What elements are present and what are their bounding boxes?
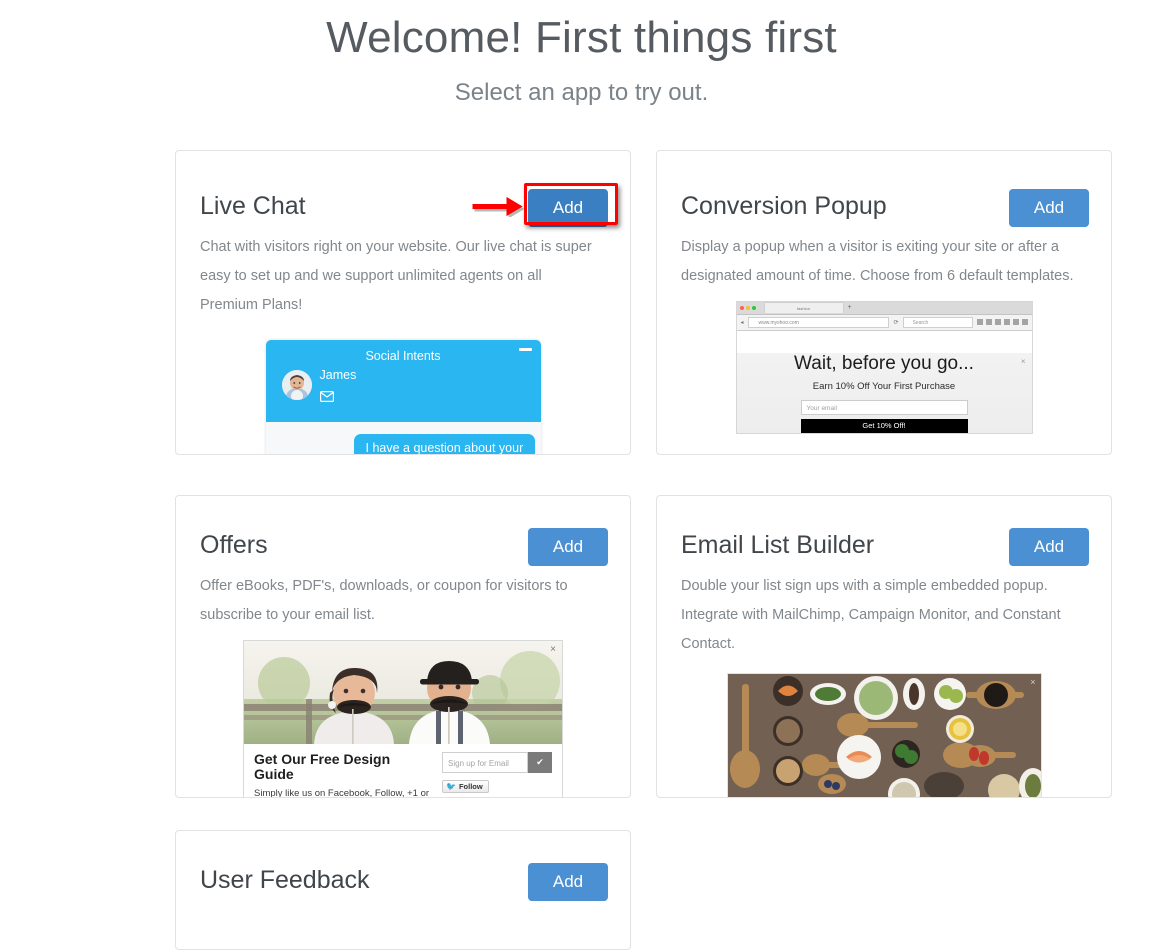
app-card-conversion-popup[interactable]: Conversion Popup Add Display a popup whe… <box>656 150 1112 455</box>
browser-tab-bar: fashion + <box>737 302 1032 315</box>
chat-widget-body: I have a question about your <box>266 422 541 455</box>
reload-icon[interactable]: ⟳ <box>893 319 898 326</box>
preview-conversion-popup: fashion + ◂ www.myshoo.com ⟳ Search <box>657 291 1111 434</box>
offer-popup-preview: × Get Our Free Design Guide Simply like … <box>243 640 563 798</box>
preview-email-list-builder: × <box>657 659 1111 798</box>
app-card-offers[interactable]: Offers Add Offer eBooks, PDF's, download… <box>175 495 631 798</box>
chat-agent-name: James <box>320 368 357 383</box>
browser-mockup: fashion + ◂ www.myshoo.com ⟳ Search <box>736 301 1033 434</box>
card-row-3: User Feedback Add <box>175 830 1112 950</box>
page-subtitle: Select an app to try out. <box>0 77 1163 108</box>
card-header: Live Chat Add <box>176 151 630 227</box>
offer-signup: Sign up for Email ✔ 🐦 Follow <box>442 752 552 798</box>
popup-cta-button[interactable]: Get 10% Off! <box>801 419 968 433</box>
offer-signup-form: Sign up for Email ✔ <box>442 752 552 773</box>
offer-headline: Get Our Free Design Guide <box>254 752 432 783</box>
card-header: Conversion Popup Add <box>657 151 1111 227</box>
card-title-live-chat: Live Chat <box>200 189 306 219</box>
back-icon[interactable]: ◂ <box>741 319 744 326</box>
app-card-live-chat[interactable]: Live Chat Add Chat with visitors right o… <box>175 150 631 455</box>
window-close-dot <box>740 306 744 310</box>
check-icon[interactable]: ✔ <box>528 752 552 773</box>
home-icon[interactable] <box>1013 319 1019 325</box>
twitter-follow-button[interactable]: 🐦 Follow <box>442 780 489 793</box>
window-minimize-dot <box>746 306 750 310</box>
preview-live-chat: Social Intents <box>176 320 630 455</box>
chat-widget-preview: Social Intents <box>266 340 541 455</box>
card-description-conversion-popup: Display a popup when a visitor is exitin… <box>657 227 1111 291</box>
popup-headline: Wait, before you go... <box>737 353 1032 375</box>
twitter-follow-label: Follow <box>459 782 483 791</box>
close-icon[interactable]: × <box>1030 677 1035 687</box>
add-button-email-list-builder[interactable]: Add <box>1009 528 1089 566</box>
avatar <box>282 370 312 400</box>
bookmark-icon[interactable] <box>977 319 983 325</box>
app-card-user-feedback[interactable]: User Feedback Add <box>175 830 631 950</box>
twitter-bird-icon: 🐦 <box>446 782 456 791</box>
card-description-live-chat: Chat with visitors right on your website… <box>176 227 630 320</box>
popup-subheadline: Earn 10% Off Your First Purchase <box>737 381 1032 392</box>
card-description-email-list-builder: Double your list sign ups with a simple … <box>657 566 1111 659</box>
add-button-offers[interactable]: Add <box>528 528 608 566</box>
offer-copy: Get Our Free Design Guide Simply like us… <box>254 752 432 798</box>
minimize-icon[interactable] <box>519 348 532 351</box>
browser-nav-bar: ◂ www.myshoo.com ⟳ Search <box>737 315 1032 331</box>
card-title-conversion-popup: Conversion Popup <box>681 189 887 219</box>
add-button-conversion-popup[interactable]: Add <box>1009 189 1089 227</box>
chat-agent: James <box>276 368 531 407</box>
browser-search-field[interactable]: Search <box>903 317 973 328</box>
offer-photo: × <box>244 641 562 744</box>
chat-message-bubble: I have a question about your <box>354 434 536 455</box>
app-card-grid: Live Chat Add Chat with visitors right o… <box>175 150 1112 950</box>
card-header: Email List Builder Add <box>657 496 1111 566</box>
window-zoom-dot <box>752 306 756 310</box>
browser-tab[interactable]: fashion <box>764 302 844 313</box>
card-title-offers: Offers <box>200 528 268 558</box>
close-icon[interactable]: × <box>1021 357 1026 366</box>
menu-icon[interactable] <box>1022 319 1028 325</box>
food-photo: × <box>727 673 1042 798</box>
app-card-email-list-builder[interactable]: Email List Builder Add Double your list … <box>656 495 1112 798</box>
card-row-1: Live Chat Add Chat with visitors right o… <box>175 150 1112 455</box>
new-tab-icon[interactable]: + <box>848 302 852 313</box>
browser-page-content: × Wait, before you go... Earn 10% Off Yo… <box>737 353 1032 434</box>
card-title-user-feedback: User Feedback <box>200 863 370 893</box>
close-icon[interactable]: × <box>550 644 556 655</box>
card-header: User Feedback Add <box>176 831 630 901</box>
offer-body-text: Simply like us on Facebook, Follow, +1 o… <box>254 787 432 798</box>
popup-email-input[interactable]: Your email <box>801 400 968 415</box>
chat-brand-label: Social Intents <box>276 349 531 363</box>
chat-widget-header: Social Intents <box>266 340 541 422</box>
pocket-icon[interactable] <box>995 319 1001 325</box>
add-button-user-feedback[interactable]: Add <box>528 863 608 901</box>
card-row-2: Offers Add Offer eBooks, PDF's, download… <box>175 495 1112 798</box>
preview-offers: × Get Our Free Design Guide Simply like … <box>176 630 630 798</box>
download-icon[interactable] <box>1004 319 1010 325</box>
browser-url-field[interactable]: www.myshoo.com <box>748 317 890 328</box>
library-icon[interactable] <box>986 319 992 325</box>
card-header: Offers Add <box>176 496 630 566</box>
card-title-email-list-builder: Email List Builder <box>681 528 874 558</box>
card-description-offers: Offer eBooks, PDF's, downloads, or coupo… <box>176 566 630 630</box>
page-title: Welcome! First things first <box>0 8 1163 67</box>
add-button-live-chat[interactable]: Add <box>528 189 608 227</box>
browser-toolbar-icons <box>977 319 1028 325</box>
offer-popup-body: Get Our Free Design Guide Simply like us… <box>244 744 562 798</box>
envelope-icon[interactable] <box>320 389 357 407</box>
offer-email-input[interactable]: Sign up for Email <box>442 752 528 773</box>
